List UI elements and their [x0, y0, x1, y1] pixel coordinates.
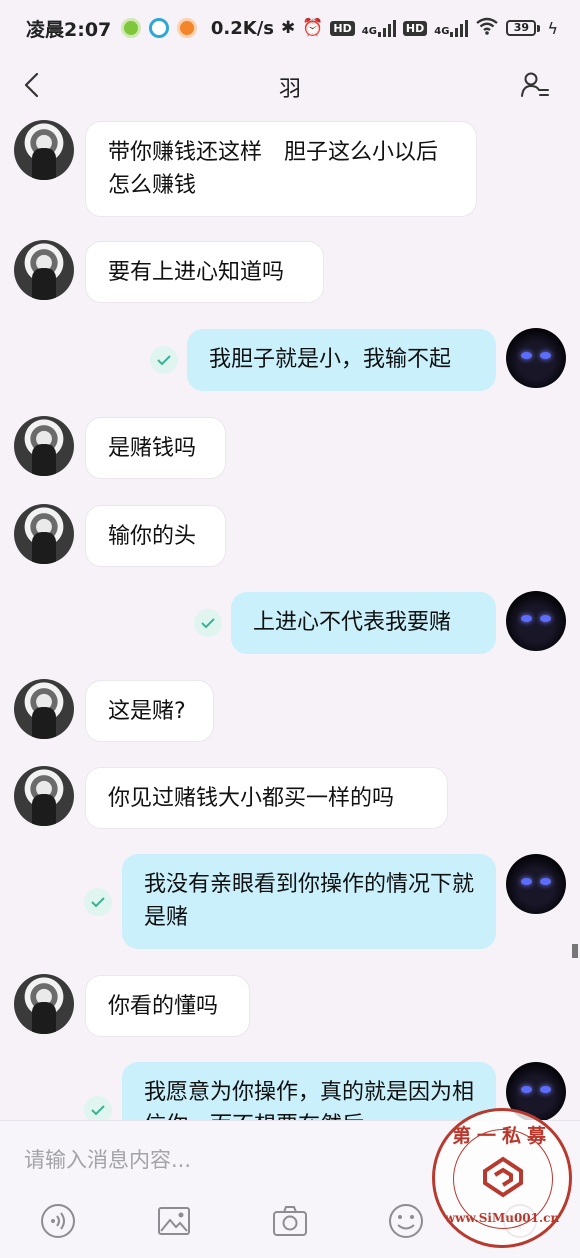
signal-icon: 4G: [362, 19, 396, 37]
network-speed: 0.2K/s: [210, 17, 274, 39]
contact-profile-icon[interactable]: [520, 70, 550, 100]
watermark-url: www.SiMu001.cn: [444, 1211, 560, 1225]
battery-icon: 39: [506, 20, 541, 36]
wechat-icon: [121, 18, 142, 38]
watermark-stamp: 第一私募 www.SiMu001.cn: [432, 1108, 572, 1248]
message-bubble-outgoing[interactable]: 我没有亲眼看到你操作的情况下就是赌: [122, 854, 496, 949]
message-bubble-outgoing[interactable]: 我胆子就是小，我输不起: [187, 329, 496, 391]
contact-avatar[interactable]: [14, 120, 74, 180]
message-list[interactable]: 带你赚钱还这样 胆子这么小以后怎么赚钱 要有上进心知道吗 我胆子就是小，我输不起…: [0, 118, 580, 1120]
image-icon[interactable]: [154, 1201, 194, 1241]
hd-badge: HD: [330, 20, 355, 36]
message-bubble-incoming[interactable]: 要有上进心知道吗: [85, 241, 324, 303]
contact-avatar[interactable]: [14, 679, 74, 739]
browser-icon: [149, 18, 170, 38]
my-avatar[interactable]: [506, 591, 566, 651]
charging-icon: ϟ: [547, 18, 558, 38]
message-input[interactable]: 请输入消息内容...: [24, 1143, 444, 1177]
network-type-2: 4G: [434, 26, 450, 37]
message-bubble-incoming[interactable]: 输你的头: [85, 505, 226, 567]
battery-level: 39: [513, 21, 530, 34]
message-bubble-incoming[interactable]: 带你赚钱还这样 胆子这么小以后怎么赚钱: [85, 121, 477, 217]
my-avatar[interactable]: [506, 854, 566, 914]
message-bubble-incoming[interactable]: 是赌钱吗: [85, 417, 226, 479]
contact-avatar[interactable]: [14, 416, 74, 476]
contact-avatar[interactable]: [14, 766, 74, 826]
hd-badge-2: HD: [402, 20, 428, 36]
watermark-logo-icon: [483, 1156, 523, 1198]
message-bubble-incoming[interactable]: 这是赌?: [85, 680, 214, 742]
voice-icon[interactable]: [38, 1201, 78, 1241]
bluetooth-icon: ✱: [280, 18, 296, 38]
chat-header: 羽: [0, 56, 580, 118]
app-notification-icon: [177, 18, 198, 38]
contact-avatar[interactable]: [14, 504, 74, 564]
sent-check-icon: [84, 1096, 112, 1120]
sent-check-icon: [194, 609, 222, 637]
network-type: 4G: [361, 26, 377, 37]
alarm-icon: ⏰: [302, 18, 324, 38]
message-bubble-outgoing[interactable]: 我愿意为你操作，真的就是因为相信你，而不想要在然后...: [122, 1062, 496, 1120]
contact-avatar[interactable]: [14, 974, 74, 1034]
message-bubble-incoming[interactable]: 你看的懂吗: [85, 975, 250, 1037]
sent-check-icon: [150, 346, 178, 374]
message-bubble-outgoing[interactable]: 上进心不代表我要赌: [231, 592, 496, 654]
message-bubble-incoming[interactable]: 你见过赌钱大小都买一样的吗: [85, 767, 448, 829]
emoji-icon[interactable]: [386, 1201, 426, 1241]
chat-title: 羽: [278, 77, 301, 102]
camera-icon[interactable]: [270, 1201, 310, 1241]
back-arrow-icon[interactable]: [18, 70, 48, 100]
status-time: 凌晨2:07: [26, 18, 112, 41]
signal-icon-2: 4G: [434, 19, 469, 37]
my-avatar[interactable]: [506, 328, 566, 388]
watermark-title: 第一私募: [451, 1125, 552, 1147]
status-bar: 凌晨2:07 0.2K/s ✱ ⏰ HD 4G HD 4G 39 ϟ: [0, 0, 580, 56]
contact-avatar[interactable]: [14, 240, 74, 300]
wifi-icon: [475, 17, 499, 40]
scroll-indicator[interactable]: [572, 944, 578, 958]
sent-check-icon: [84, 888, 112, 916]
